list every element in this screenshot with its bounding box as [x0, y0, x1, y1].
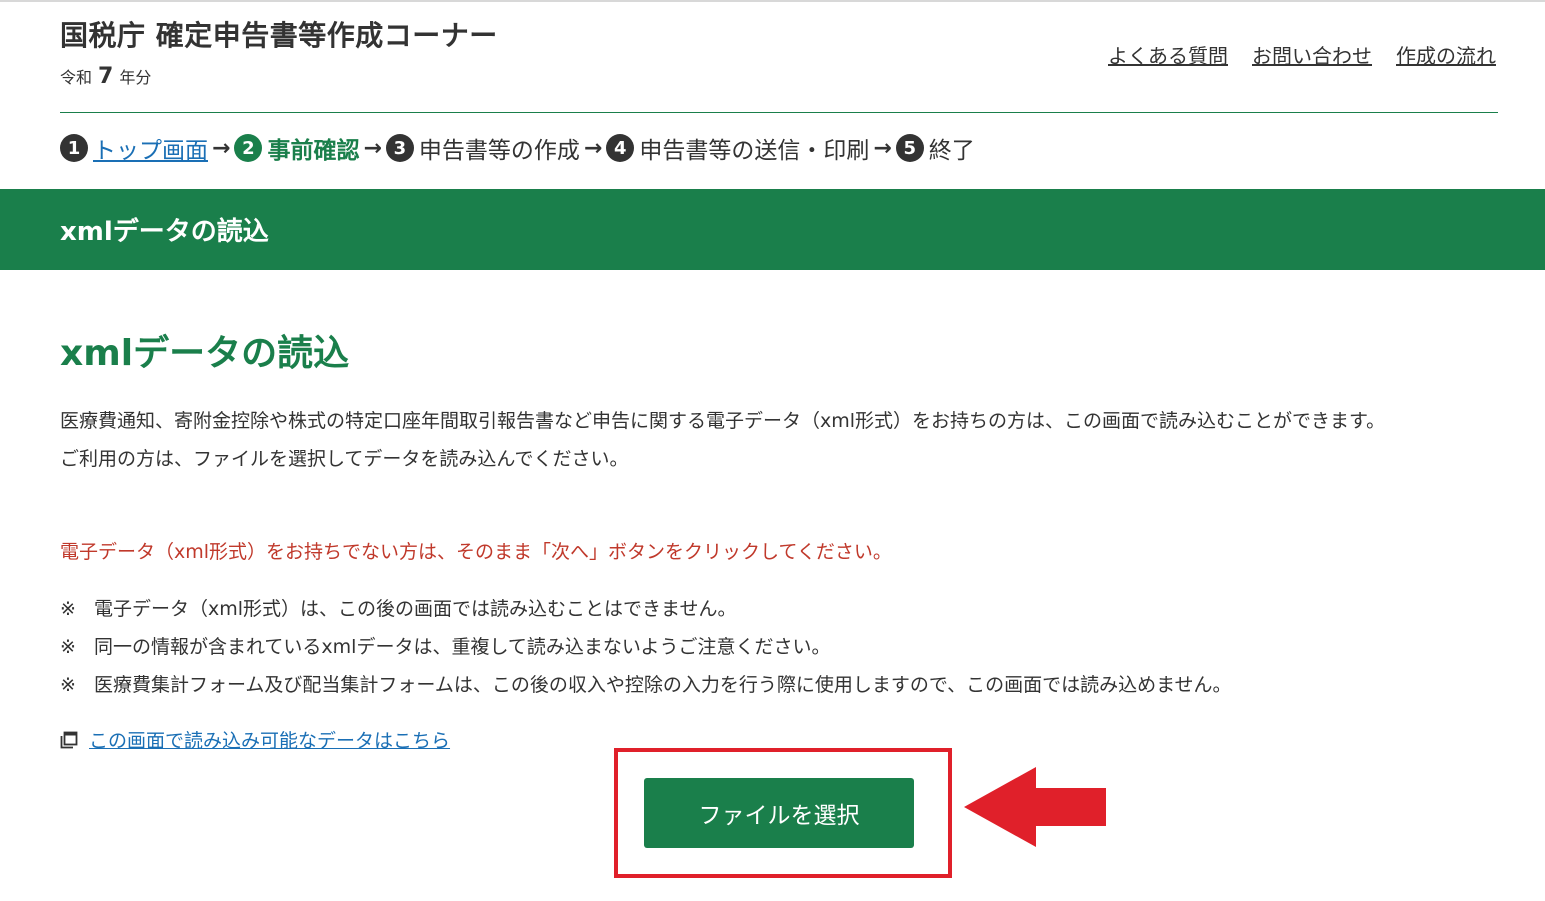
step-top-screen-link[interactable]: トップ画面: [93, 131, 208, 165]
step-send-print: 申告書等の送信・印刷: [639, 138, 870, 164]
tax-year: 令和 7 年分: [60, 64, 151, 89]
step-pre-check-current: 事前確認: [267, 138, 360, 164]
step-finish: 終了: [928, 138, 975, 164]
note-item: ※ 医療費集計フォーム及び配当集計フォームは、この後の収入や控除の入力を行う際に…: [60, 666, 1232, 704]
notes-list: ※ 電子データ（xml形式）は、この後の画面では読み込むことはできません。 ※ …: [60, 590, 1232, 704]
warning-message: 電子データ（xml形式）をお持ちでない方は、そのまま「次へ」ボタンをクリックして…: [60, 541, 892, 563]
year-number: 7: [98, 64, 114, 89]
step-number-3: 3: [385, 134, 414, 162]
new-window-icon: [60, 731, 78, 748]
creation-flow-link[interactable]: 作成の流れ: [1396, 40, 1496, 69]
note-mark: ※: [60, 636, 76, 658]
note-text: 電子データ（xml形式）は、この後の画面では読み込むことはできません。: [94, 598, 737, 620]
step-arrow-icon: →: [583, 135, 603, 161]
step-number-1: 1: [60, 134, 88, 162]
readable-data-link[interactable]: この画面で読み込み可能なデータはこちら: [89, 726, 450, 753]
note-text: 医療費集計フォーム及び配当集計フォームは、この後の収入や控除の入力を行う際に使用…: [94, 674, 1232, 696]
note-text: 同一の情報が含まれているxmlデータは、重複して読み込まないようご注意ください。: [94, 636, 831, 658]
page: 国税庁 確定申告書等作成コーナー 令和 7 年分 よくある質問 お問い合わせ 作成の…: [0, 0, 1545, 901]
step-arrow-icon: →: [363, 135, 382, 161]
top-rule: [0, 0, 1545, 2]
faq-link[interactable]: よくある質問: [1108, 40, 1228, 69]
note-mark: ※: [60, 598, 76, 620]
step-number-4: 4: [606, 134, 635, 162]
page-heading: xmlデータの読込: [60, 333, 350, 374]
section-banner: xmlデータの読込: [0, 189, 1545, 270]
intro-paragraph-2: ご利用の方は、ファイルを選択してデータを読み込んでください。: [60, 448, 629, 470]
step-arrow-icon: →: [873, 135, 892, 161]
banner-title: xmlデータの読込: [60, 217, 269, 247]
step-number-2: 2: [234, 134, 263, 162]
step-number-5: 5: [895, 134, 924, 162]
note-item: ※ 電子データ（xml形式）は、この後の画面では読み込むことはできません。: [60, 590, 1232, 628]
red-arrow-left-icon: [964, 767, 1106, 847]
step-create-return: 申告書等の作成: [418, 138, 580, 164]
header-divider: [60, 112, 1498, 113]
choose-file-button[interactable]: ファイルを選択: [644, 778, 914, 848]
note-item: ※ 同一の情報が含まれているxmlデータは、重複して読み込まないようご注意くださ…: [60, 628, 1232, 666]
intro-paragraph-1: 医療費通知、寄附金控除や株式の特定口座年間取引報告書など申告に関する電子データ（…: [60, 410, 1386, 432]
readable-data-link-row: この画面で読み込み可能なデータはこちら: [60, 726, 450, 753]
year-suffix: 年分: [119, 68, 152, 87]
header-links: よくある質問 お問い合わせ 作成の流れ: [1108, 40, 1496, 69]
note-mark: ※: [60, 674, 76, 696]
intro-text: 医療費通知、寄附金控除や株式の特定口座年間取引報告書など申告に関する電子データ（…: [60, 402, 1498, 478]
step-arrow-icon: →: [212, 135, 231, 161]
year-prefix: 令和: [60, 68, 93, 87]
site-title: 国税庁 確定申告書等作成コーナー: [60, 19, 498, 52]
contact-link[interactable]: お問い合わせ: [1252, 40, 1372, 69]
progress-steps: 1 トップ画面 → 2 事前確認 → 3 申告書等の作成 → 4 申告書等の送信…: [60, 131, 975, 165]
